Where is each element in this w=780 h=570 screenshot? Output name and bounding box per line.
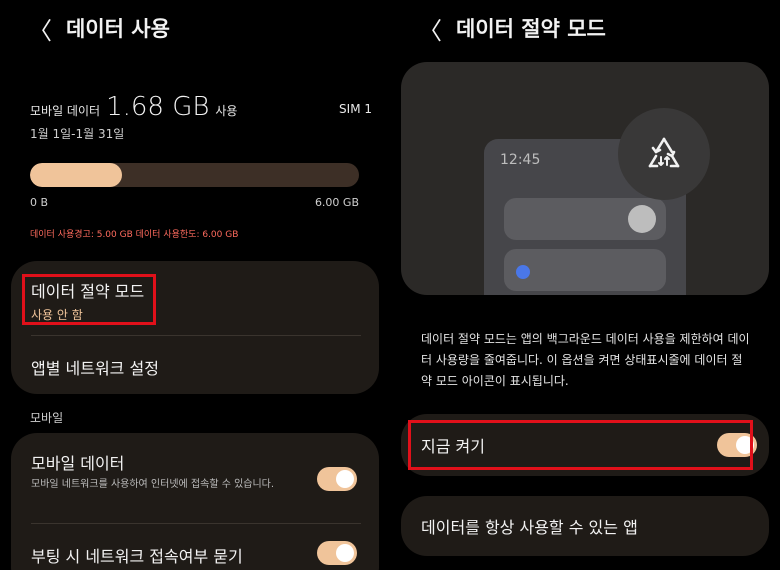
page-title: 데이터 사용	[66, 17, 170, 41]
data-saver-recycle-icon	[618, 108, 710, 200]
progress-max-label: 6.00 GB	[314, 196, 359, 209]
usage-summary: 모바일 데이터 1.68 GB 사용	[30, 92, 360, 122]
page-title: 데이터 절약 모드	[456, 17, 606, 41]
header: 〈 데이터 사용	[28, 10, 170, 46]
usage-label: 모바일 데이터	[30, 104, 101, 118]
mobile-data-toggle[interactable]	[317, 467, 357, 491]
mobile-settings-card: 모바일 데이터 모바일 네트워크를 사용하여 인터넷에 접속할 수 있습니다. …	[11, 433, 379, 570]
usage-value: 1.68 GB	[106, 92, 210, 122]
highlight-box-data-saver	[22, 274, 156, 325]
boot-network-prompt-item[interactable]: 부팅 시 네트워크 접속여부 묻기	[31, 543, 243, 567]
usage-suffix: 사용	[215, 104, 238, 118]
header: 〈 데이터 절약 모드	[418, 10, 606, 46]
mock-quick-panel-card	[504, 249, 666, 291]
usage-progress-bar	[30, 163, 359, 187]
back-arrow-icon[interactable]: 〈	[418, 11, 442, 46]
phone-clock: 12:45	[500, 152, 541, 168]
mock-quick-panel-card	[504, 198, 666, 240]
back-arrow-icon[interactable]: 〈	[28, 11, 52, 46]
mock-toggle-dot	[628, 205, 656, 233]
divider	[31, 335, 361, 336]
divider	[31, 523, 361, 524]
date-range[interactable]: 1월 1일-1월 31일	[30, 125, 124, 142]
sim-label[interactable]: SIM 1	[339, 102, 372, 116]
data-usage-screen: 〈 데이터 사용 모바일 데이터 1.68 GB 사용 SIM 1 1월 1일-…	[0, 0, 390, 570]
always-allowed-apps-item[interactable]: 데이터를 항상 사용할 수 있는 앱	[401, 496, 769, 556]
mock-blue-dot	[516, 265, 530, 279]
mobile-data-description: 모바일 네트워크를 사용하여 인터넷에 접속할 수 있습니다.	[31, 479, 275, 490]
app-network-settings-item[interactable]: 앱별 네트워크 설정	[31, 355, 159, 379]
data-saver-screen: 〈 데이터 절약 모드 12:45 데이터 절약 모드는 앱의 백그라운드 데이…	[390, 0, 780, 570]
usage-limits-text: 데이터 사용경고: 5.00 GB 데이터 사용한도: 6.00 GB	[30, 230, 239, 240]
toggle-knob	[336, 544, 354, 562]
usage-progress-fill	[30, 163, 123, 187]
mobile-data-item[interactable]: 모바일 데이터 모바일 네트워크를 사용하여 인터넷에 접속할 수 있습니다.	[31, 450, 301, 493]
highlight-box-turn-on	[408, 420, 753, 470]
toggle-knob	[336, 470, 354, 488]
progress-min-label: 0 B	[30, 196, 49, 209]
mobile-data-title: 모바일 데이터	[31, 454, 125, 473]
data-saver-description: 데이터 절약 모드는 앱의 백그라운드 데이터 사용을 제한하여 데이터 사용량…	[421, 332, 750, 388]
data-saver-illustration: 12:45	[401, 62, 769, 295]
always-allowed-apps-label: 데이터를 항상 사용할 수 있는 앱	[421, 518, 638, 537]
section-header-mobile: 모바일	[30, 411, 64, 425]
boot-network-toggle[interactable]	[317, 541, 357, 565]
